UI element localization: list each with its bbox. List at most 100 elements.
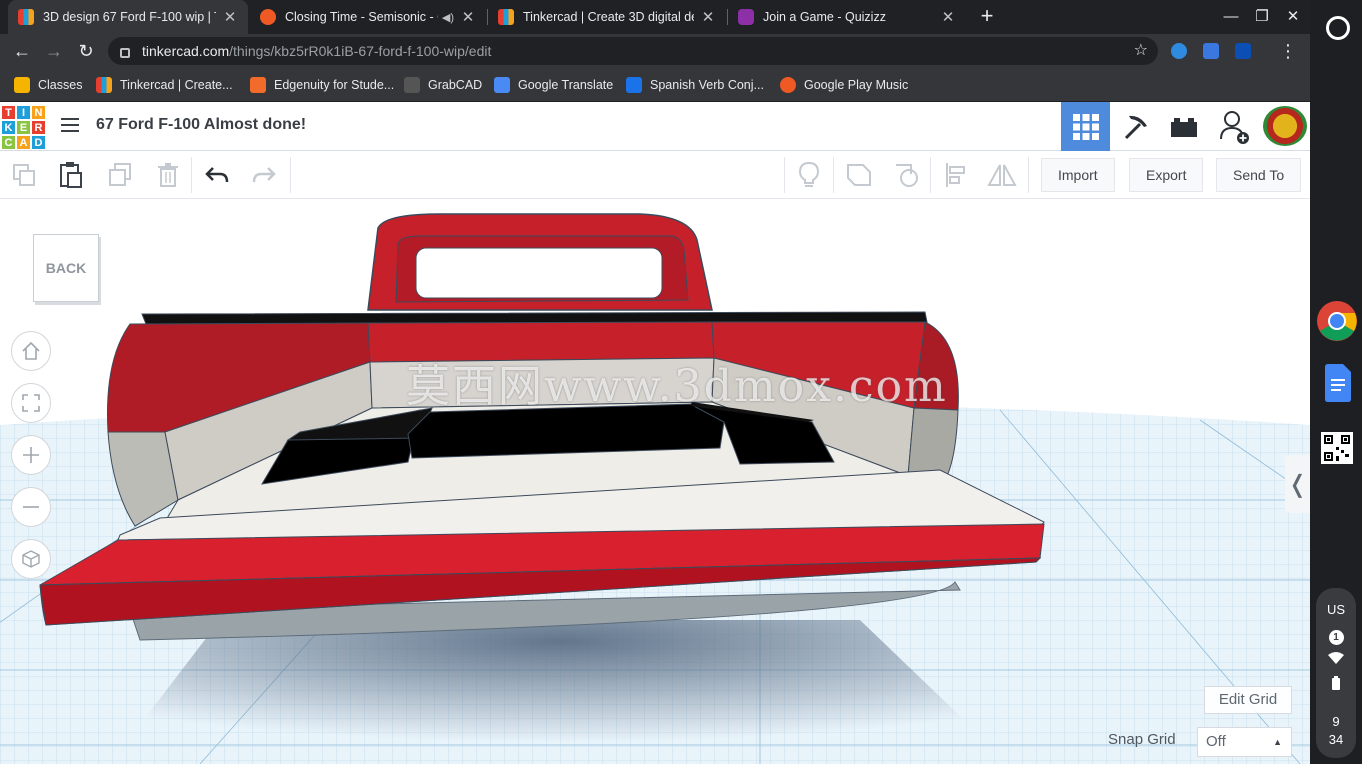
back-arrow-icon[interactable]: ← [9,38,35,64]
copy-icon[interactable] [8,159,40,191]
logo-letter: A [16,135,31,150]
bookmark-google-translate[interactable]: Google Translate [494,76,613,94]
tab-title: Tinkercad | Create 3D digital des [523,10,694,24]
chrome-app-icon[interactable] [1316,300,1358,342]
snap-grid-label: Snap Grid [1108,731,1176,748]
tab-quizizz[interactable]: Join a Game - Quizizz ✕ [728,0,966,34]
logo-letter: C [1,135,16,150]
logo-letter: I [16,105,31,120]
fit-view-icon [22,394,40,412]
logo-letter: R [31,120,46,135]
pickaxe-icon [1124,115,1147,139]
edit-grid-button[interactable]: Edit Grid [1204,686,1292,714]
add-user-icon [1219,110,1249,144]
audio-playing-icon[interactable]: ◀) [442,11,454,24]
classroom-icon [14,77,30,93]
bookmark-classes[interactable]: Classes [14,76,82,94]
bookmark-google-play-music[interactable]: Google Play Music [780,76,908,94]
align-icon[interactable] [940,159,972,191]
tinkercad-logo[interactable]: T I N K E R C A D [1,105,46,150]
minus-icon [23,506,39,508]
browser-toolbar: ← → ↻ tinkercad.com/things/kbz5rR0k1iB-6… [0,34,1310,68]
tab-tinkercad-design[interactable]: 3D design 67 Ford F-100 wip | Ti ✕ [8,0,248,34]
import-button[interactable]: Import [1041,158,1115,192]
cloud-extension-icon[interactable] [1171,43,1187,59]
logo-letter: K [1,120,16,135]
b-extension-icon[interactable] [1203,43,1219,59]
snap-grid-value: Off [1206,733,1226,750]
home-icon [22,341,40,360]
duplicate-icon[interactable] [104,159,136,191]
lightbulb-icon[interactable] [793,159,825,191]
tab-closing-time[interactable]: Closing Time - Semisonic - G ◀) ✕ [250,0,486,34]
clock-hour: 9 [1332,714,1340,729]
close-tab-icon[interactable]: ✕ [460,8,476,26]
orthographic-toggle-button[interactable] [11,539,51,579]
fit-view-button[interactable] [11,383,51,423]
ungroup-icon[interactable] [891,159,923,191]
shapes-panel-toggle[interactable]: ❬ [1285,455,1310,513]
bookmark-tinkercad[interactable]: Tinkercad | Create... [96,76,233,94]
invite-user-button[interactable] [1210,102,1259,151]
bookmark-label: Classes [38,78,83,92]
minimize-window-button[interactable]: — [1219,5,1243,29]
mirror-icon[interactable] [986,159,1018,191]
export-button[interactable]: Export [1129,158,1204,192]
home-view-button[interactable] [11,331,51,371]
new-tab-button[interactable]: + [977,3,997,29]
logo-letter: E [16,120,31,135]
edit-toolbar: Import Export Send To [0,151,1310,199]
reload-icon[interactable]: ↻ [73,38,99,64]
address-bar[interactable]: tinkercad.com/things/kbz5rR0k1iB-67-ford… [108,37,1158,65]
qr-code-app-icon[interactable] [1321,432,1353,464]
close-window-button[interactable]: ✕ [1281,5,1305,29]
launcher-icon[interactable] [1326,16,1350,40]
bookmark-label: Google Translate [518,78,614,92]
logo-letter: D [31,135,46,150]
workplane-canvas[interactable]: 莫西网www.3dmox.com BACK ❬ Edit Grid Snap G… [0,200,1310,764]
translate-icon [494,77,510,93]
logo-letter: T [1,105,16,120]
tab-tinkercad-create[interactable]: Tinkercad | Create 3D digital des ✕ [488,0,726,34]
quizizz-favicon-icon [738,9,754,25]
brick-icon [1170,117,1197,137]
bookmark-star-icon[interactable]: ☆ [1134,40,1148,60]
delete-icon[interactable] [152,159,184,191]
bookmark-grabcad[interactable]: GrabCAD [404,76,482,94]
zoom-in-button[interactable] [11,435,51,475]
forward-arrow-icon[interactable]: → [41,38,67,64]
cube-icon [22,550,40,568]
group-icon[interactable] [843,159,875,191]
watermark-text: 莫西网www.3dmox.com [406,361,948,412]
design-list-icon[interactable] [58,114,82,138]
minecraft-view-button[interactable] [1110,102,1159,151]
close-tab-icon[interactable]: ✕ [700,8,716,26]
close-tab-icon[interactable]: ✕ [222,8,238,26]
bookmark-label: Edgenuity for Stude... [274,78,395,92]
3d-view-button[interactable] [1061,102,1110,151]
3d-scene[interactable] [0,200,1310,764]
os-shelf: US 1 9 34 [1310,0,1362,764]
user-avatar[interactable] [1263,106,1307,146]
send-to-button[interactable]: Send To [1216,158,1302,192]
shield-extension-icon[interactable] [1235,43,1251,59]
browser-menu-icon[interactable]: ⋮ [1275,38,1301,64]
undo-icon[interactable] [201,159,233,191]
tinkercad-icon [96,77,112,93]
close-tab-icon[interactable]: ✕ [940,8,956,26]
system-tray[interactable]: US 1 9 34 [1316,588,1356,758]
design-title[interactable]: 67 Ford F-100 Almost done! [96,116,306,134]
maximize-window-button[interactable]: ❐ [1250,5,1274,29]
snap-grid-select[interactable]: Off ▲ [1197,727,1292,757]
docs-app-icon[interactable] [1325,364,1351,402]
tinkercad-favicon-icon [498,9,514,25]
bookmark-edgenuity[interactable]: Edgenuity for Stude... [250,76,394,94]
truck-shadow [110,620,1010,764]
url-host: tinkercad.com [142,43,230,59]
zoom-out-button[interactable] [11,487,51,527]
bookmark-spanish-verb[interactable]: Spanish Verb Conj... [626,76,764,94]
paste-icon[interactable] [55,159,87,191]
bricks-view-button[interactable] [1159,102,1208,151]
redo-icon[interactable] [248,159,280,191]
view-cube[interactable]: BACK [33,234,99,302]
